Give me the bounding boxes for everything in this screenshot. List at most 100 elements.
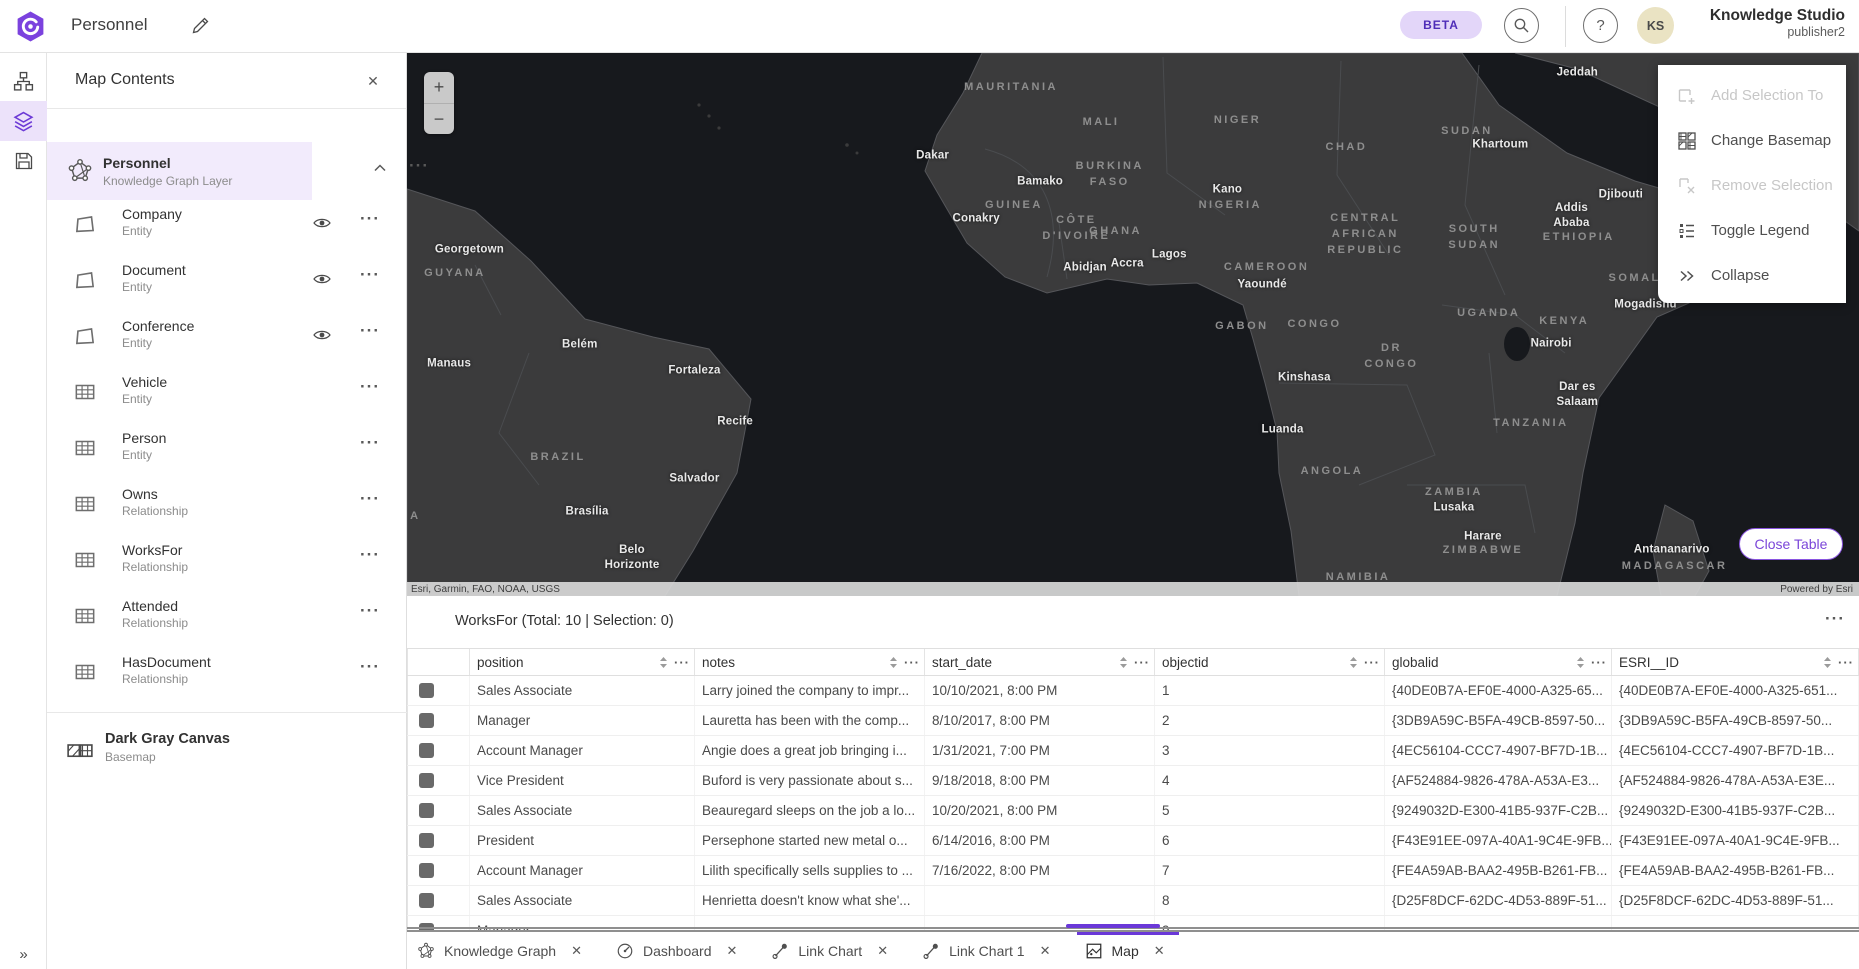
- cell-position: Vice President: [470, 766, 695, 795]
- sublayer-options-icon[interactable]: [360, 657, 380, 677]
- sort-icon[interactable]: [659, 656, 668, 669]
- tab-link-chart[interactable]: Link Chart: [763, 932, 902, 969]
- row-checkbox[interactable]: [419, 893, 434, 908]
- panel-close-icon[interactable]: [362, 70, 384, 92]
- sort-icon[interactable]: [1823, 656, 1832, 669]
- tab-dashboard[interactable]: Dashboard: [608, 932, 751, 969]
- column-header-notes[interactable]: notes: [695, 649, 925, 675]
- sublayer-item-company[interactable]: Company Entity: [47, 196, 407, 252]
- tab-link-chart-1[interactable]: Link Chart 1: [914, 932, 1064, 969]
- table-row[interactable]: Sales Associate Larry joined the company…: [407, 676, 1859, 706]
- menu-item-change-basemap[interactable]: Change Basemap: [1658, 118, 1846, 163]
- sublayer-item-conference[interactable]: Conference Entity: [47, 308, 407, 364]
- rail-save-button[interactable]: [0, 141, 47, 181]
- panel-divider: [47, 712, 407, 713]
- horizontal-scrollbar[interactable]: [407, 924, 1859, 928]
- row-checkbox[interactable]: [419, 863, 434, 878]
- visibility-eye-icon[interactable]: [312, 269, 332, 289]
- column-label: position: [477, 655, 659, 670]
- tab-close-icon[interactable]: [1154, 943, 1165, 959]
- table-row[interactable]: Sales Associate Henrietta doesn't know w…: [407, 886, 1859, 916]
- search-button[interactable]: [1504, 8, 1539, 43]
- sublayer-options-icon[interactable]: [360, 209, 380, 229]
- sublayer-item-document[interactable]: Document Entity: [47, 252, 407, 308]
- sublayer-options-icon[interactable]: [360, 601, 380, 621]
- sublayer-item-person[interactable]: Person Entity: [47, 420, 407, 476]
- map-city-label: Belo Horizonte: [605, 543, 660, 573]
- collapse-chevron-up-icon[interactable]: [372, 160, 388, 176]
- sublayer-item-worksfor[interactable]: WorksFor Relationship: [47, 532, 407, 588]
- cell-notes: Persephone started new metal o...: [695, 826, 925, 855]
- sublayer-options-icon[interactable]: [360, 265, 380, 285]
- sublayer-options-icon[interactable]: [360, 545, 380, 565]
- map-country-label: SOUTH SUDAN: [1448, 222, 1500, 254]
- sort-icon[interactable]: [1349, 656, 1358, 669]
- avatar[interactable]: KS: [1637, 7, 1674, 44]
- column-header-position[interactable]: position: [470, 649, 695, 675]
- menu-item-collapse[interactable]: Collapse: [1658, 253, 1846, 298]
- column-options-icon[interactable]: [1134, 655, 1150, 670]
- column-options-icon[interactable]: [674, 655, 690, 670]
- table-row[interactable]: Sales Associate Beauregard sleeps on the…: [407, 796, 1859, 826]
- layer-options-icon[interactable]: [409, 156, 429, 176]
- sublayer-options-icon[interactable]: [360, 321, 380, 341]
- table-row[interactable]: Vice President Buford is very passionate…: [407, 766, 1859, 796]
- help-button[interactable]: ?: [1583, 8, 1618, 43]
- sublayer-item-hasdocument[interactable]: HasDocument Relationship: [47, 644, 407, 700]
- sublayer-options-icon[interactable]: [360, 377, 380, 397]
- row-checkbox[interactable]: [419, 743, 434, 758]
- map-options-menu: Add Selection To Change Basemap Remove S…: [1658, 65, 1846, 303]
- column-header-esri-id[interactable]: ESRI__ID: [1612, 649, 1859, 675]
- visibility-eye-icon[interactable]: [312, 325, 332, 345]
- rail-data-model-button[interactable]: [0, 61, 47, 101]
- edit-title-pencil-icon[interactable]: [190, 16, 210, 36]
- tab-close-icon[interactable]: [1040, 943, 1051, 959]
- tab-label: Link Chart 1: [949, 943, 1024, 959]
- table-header-row: position notes start_date objectid: [407, 648, 1859, 676]
- column-options-icon[interactable]: [904, 655, 920, 670]
- layer-item-personnel[interactable]: Personnel Knowledge Graph Layer: [47, 142, 312, 200]
- sublayer-item-owns[interactable]: Owns Relationship: [47, 476, 407, 532]
- row-checkbox[interactable]: [419, 833, 434, 848]
- table-row[interactable]: President Persephone started new metal o…: [407, 826, 1859, 856]
- table-row[interactable]: Manager Lauretta has been with the comp.…: [407, 706, 1859, 736]
- sublayer-item-attended[interactable]: Attended Relationship: [47, 588, 407, 644]
- cell-start-date: 6/14/2016, 8:00 PM: [925, 826, 1155, 855]
- map-canvas[interactable]: MAURITANIAMALINIGERSUDANCHADBURKINA FASO…: [407, 53, 1859, 596]
- sublayer-options-icon[interactable]: [360, 433, 380, 453]
- column-header-globalid[interactable]: globalid: [1385, 649, 1612, 675]
- tab-map[interactable]: Map: [1077, 932, 1179, 969]
- cell-objectid: 7: [1155, 856, 1385, 885]
- sort-icon[interactable]: [1119, 656, 1128, 669]
- menu-item-toggle-legend[interactable]: Toggle Legend: [1658, 208, 1846, 253]
- table-row[interactable]: Account Manager Angie does a great job b…: [407, 736, 1859, 766]
- sort-icon[interactable]: [1576, 656, 1585, 669]
- close-table-button[interactable]: Close Table: [1739, 528, 1843, 560]
- row-checkbox[interactable]: [419, 683, 434, 698]
- tab-knowledge-graph[interactable]: Knowledge Graph: [409, 932, 596, 969]
- scrollbar-thumb[interactable]: [1066, 924, 1160, 928]
- row-checkbox[interactable]: [419, 713, 434, 728]
- rail-layers-button[interactable]: [0, 101, 47, 141]
- username: publisher2: [1710, 25, 1845, 41]
- tab-close-icon[interactable]: [571, 943, 582, 959]
- basemap-item[interactable]: Dark Gray Canvas Basemap: [47, 722, 407, 782]
- table-options-icon[interactable]: [1825, 609, 1845, 629]
- zoom-in-button[interactable]: +: [424, 72, 454, 103]
- expand-rail-icon[interactable]: [0, 946, 47, 963]
- tab-close-icon[interactable]: [726, 943, 737, 959]
- zoom-out-button[interactable]: −: [424, 103, 454, 134]
- column-header-start-date[interactable]: start_date: [925, 649, 1155, 675]
- column-options-icon[interactable]: [1591, 655, 1607, 670]
- sort-icon[interactable]: [889, 656, 898, 669]
- visibility-eye-icon[interactable]: [312, 213, 332, 233]
- column-options-icon[interactable]: [1838, 655, 1854, 670]
- row-checkbox[interactable]: [419, 803, 434, 818]
- sublayer-item-vehicle[interactable]: Vehicle Entity: [47, 364, 407, 420]
- sublayer-options-icon[interactable]: [360, 489, 380, 509]
- column-header-objectid[interactable]: objectid: [1155, 649, 1385, 675]
- row-checkbox[interactable]: [419, 773, 434, 788]
- column-options-icon[interactable]: [1364, 655, 1380, 670]
- tab-close-icon[interactable]: [877, 943, 888, 959]
- table-row[interactable]: Account Manager Lilith specifically sell…: [407, 856, 1859, 886]
